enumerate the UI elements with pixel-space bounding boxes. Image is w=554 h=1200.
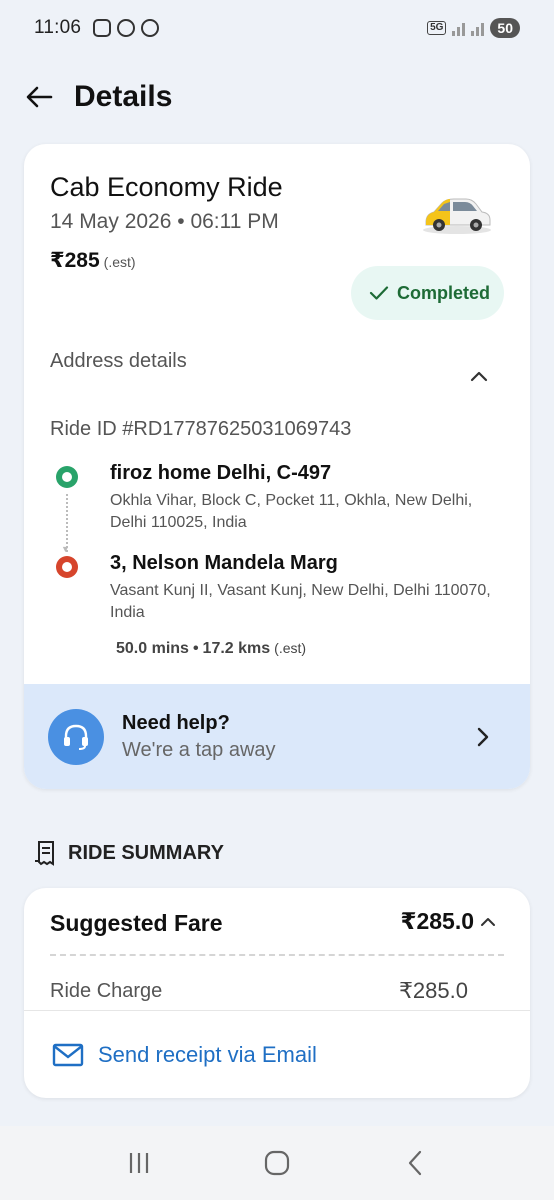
headset-icon <box>64 724 88 750</box>
ride-price: ₹285 (.est) <box>50 248 136 273</box>
receipt-icon <box>35 841 54 866</box>
pickup-name: firoz home Delhi, C-497 <box>110 462 332 484</box>
chevron-right-icon <box>477 727 489 746</box>
status-time: 11:06 <box>34 17 82 38</box>
drop-name: 3, Nelson Mandela Marg <box>110 552 338 574</box>
send-receipt-label: Send receipt via Email <box>98 1041 317 1067</box>
signal-icon <box>452 20 466 36</box>
battery-indicator: 50 <box>490 18 520 38</box>
ride-charge-label: Ride Charge <box>50 980 163 1002</box>
pickup-dot-icon <box>56 466 78 488</box>
home-icon <box>264 1150 290 1176</box>
page-header: Details <box>24 70 172 124</box>
status-badge: Completed <box>350 266 504 320</box>
ride-summary-card: Suggested Fare ₹285.0 Ride Charge ₹285.0… <box>24 888 530 1098</box>
send-receipt-button[interactable]: Send receipt via Email <box>24 1010 530 1098</box>
chevron-up-icon <box>481 918 495 926</box>
page-title: Details <box>74 80 173 113</box>
drop-dot-icon <box>56 556 78 578</box>
help-title: Need help? <box>122 711 230 734</box>
fare-collapse-button[interactable] <box>478 912 498 932</box>
recents-icon <box>129 1153 149 1173</box>
ride-summary-heading: RIDE SUMMARY <box>34 840 224 866</box>
chevron-up-icon <box>470 371 488 382</box>
route-arrow-icon: ▼ <box>61 544 70 554</box>
pickup-address: Okhla Vihar, Block C, Pocket 11, Okhla, … <box>110 492 473 531</box>
trip-distance: 17.2 kms <box>202 640 271 657</box>
trip-duration: 50.0 mins <box>116 640 189 657</box>
help-subtitle: We're a tap away <box>122 738 276 761</box>
back-arrow-icon <box>26 86 53 108</box>
check-icon <box>369 286 389 300</box>
system-nav-bar <box>0 1126 554 1200</box>
back-button[interactable] <box>24 82 54 112</box>
help-avatar <box>48 708 104 765</box>
system-indicators: 5G 50 <box>427 18 520 38</box>
ride-details-card: Cab Economy Ride 14 May 2026 • 06:11 PM … <box>24 144 530 789</box>
ride-price-est: (.est) <box>103 254 136 270</box>
nav-back-icon <box>408 1150 422 1176</box>
need-help-button[interactable]: Need help? We're a tap away <box>24 684 530 789</box>
fare-divider <box>50 954 504 956</box>
home-button[interactable] <box>257 1143 297 1183</box>
ride-summary-title: RIDE SUMMARY <box>68 841 224 864</box>
phone-app-icon <box>141 19 160 37</box>
nav-back-button[interactable] <box>395 1143 435 1183</box>
status-bar: 11:06 5G 50 <box>0 0 554 56</box>
ride-id: Ride ID #RD17787625031069743 <box>50 418 352 440</box>
signal-icon-2 <box>471 20 485 36</box>
address-details-label: Address details <box>50 350 187 372</box>
car-icon <box>423 198 491 234</box>
instagram-icon <box>93 19 112 37</box>
trip-meta: 50.0 mins • 17.2 kms (.est) <box>116 640 306 658</box>
ride-datetime: 14 May 2026 • 06:11 PM <box>50 210 279 233</box>
mail-icon <box>52 1043 84 1066</box>
suggested-fare-label: Suggested Fare <box>50 910 223 936</box>
status-text: Completed <box>396 282 490 303</box>
separator-dot: • <box>192 640 199 657</box>
network-type: 5G <box>427 21 447 35</box>
recents-button[interactable] <box>119 1143 159 1183</box>
whatsapp-icon <box>117 19 136 37</box>
ride-price-value: ₹285 <box>50 249 100 272</box>
trip-est: (.est) <box>274 640 307 656</box>
address-collapse-button[interactable] <box>468 366 490 388</box>
notification-icons <box>93 19 160 37</box>
ride-title: Cab Economy Ride <box>50 172 283 202</box>
drop-address: Vasant Kunj II, Vasant Kunj, New Delhi, … <box>110 582 491 621</box>
suggested-fare-value: ₹285.0 <box>400 908 474 934</box>
ride-charge-value: ₹285.0 <box>398 978 468 1003</box>
